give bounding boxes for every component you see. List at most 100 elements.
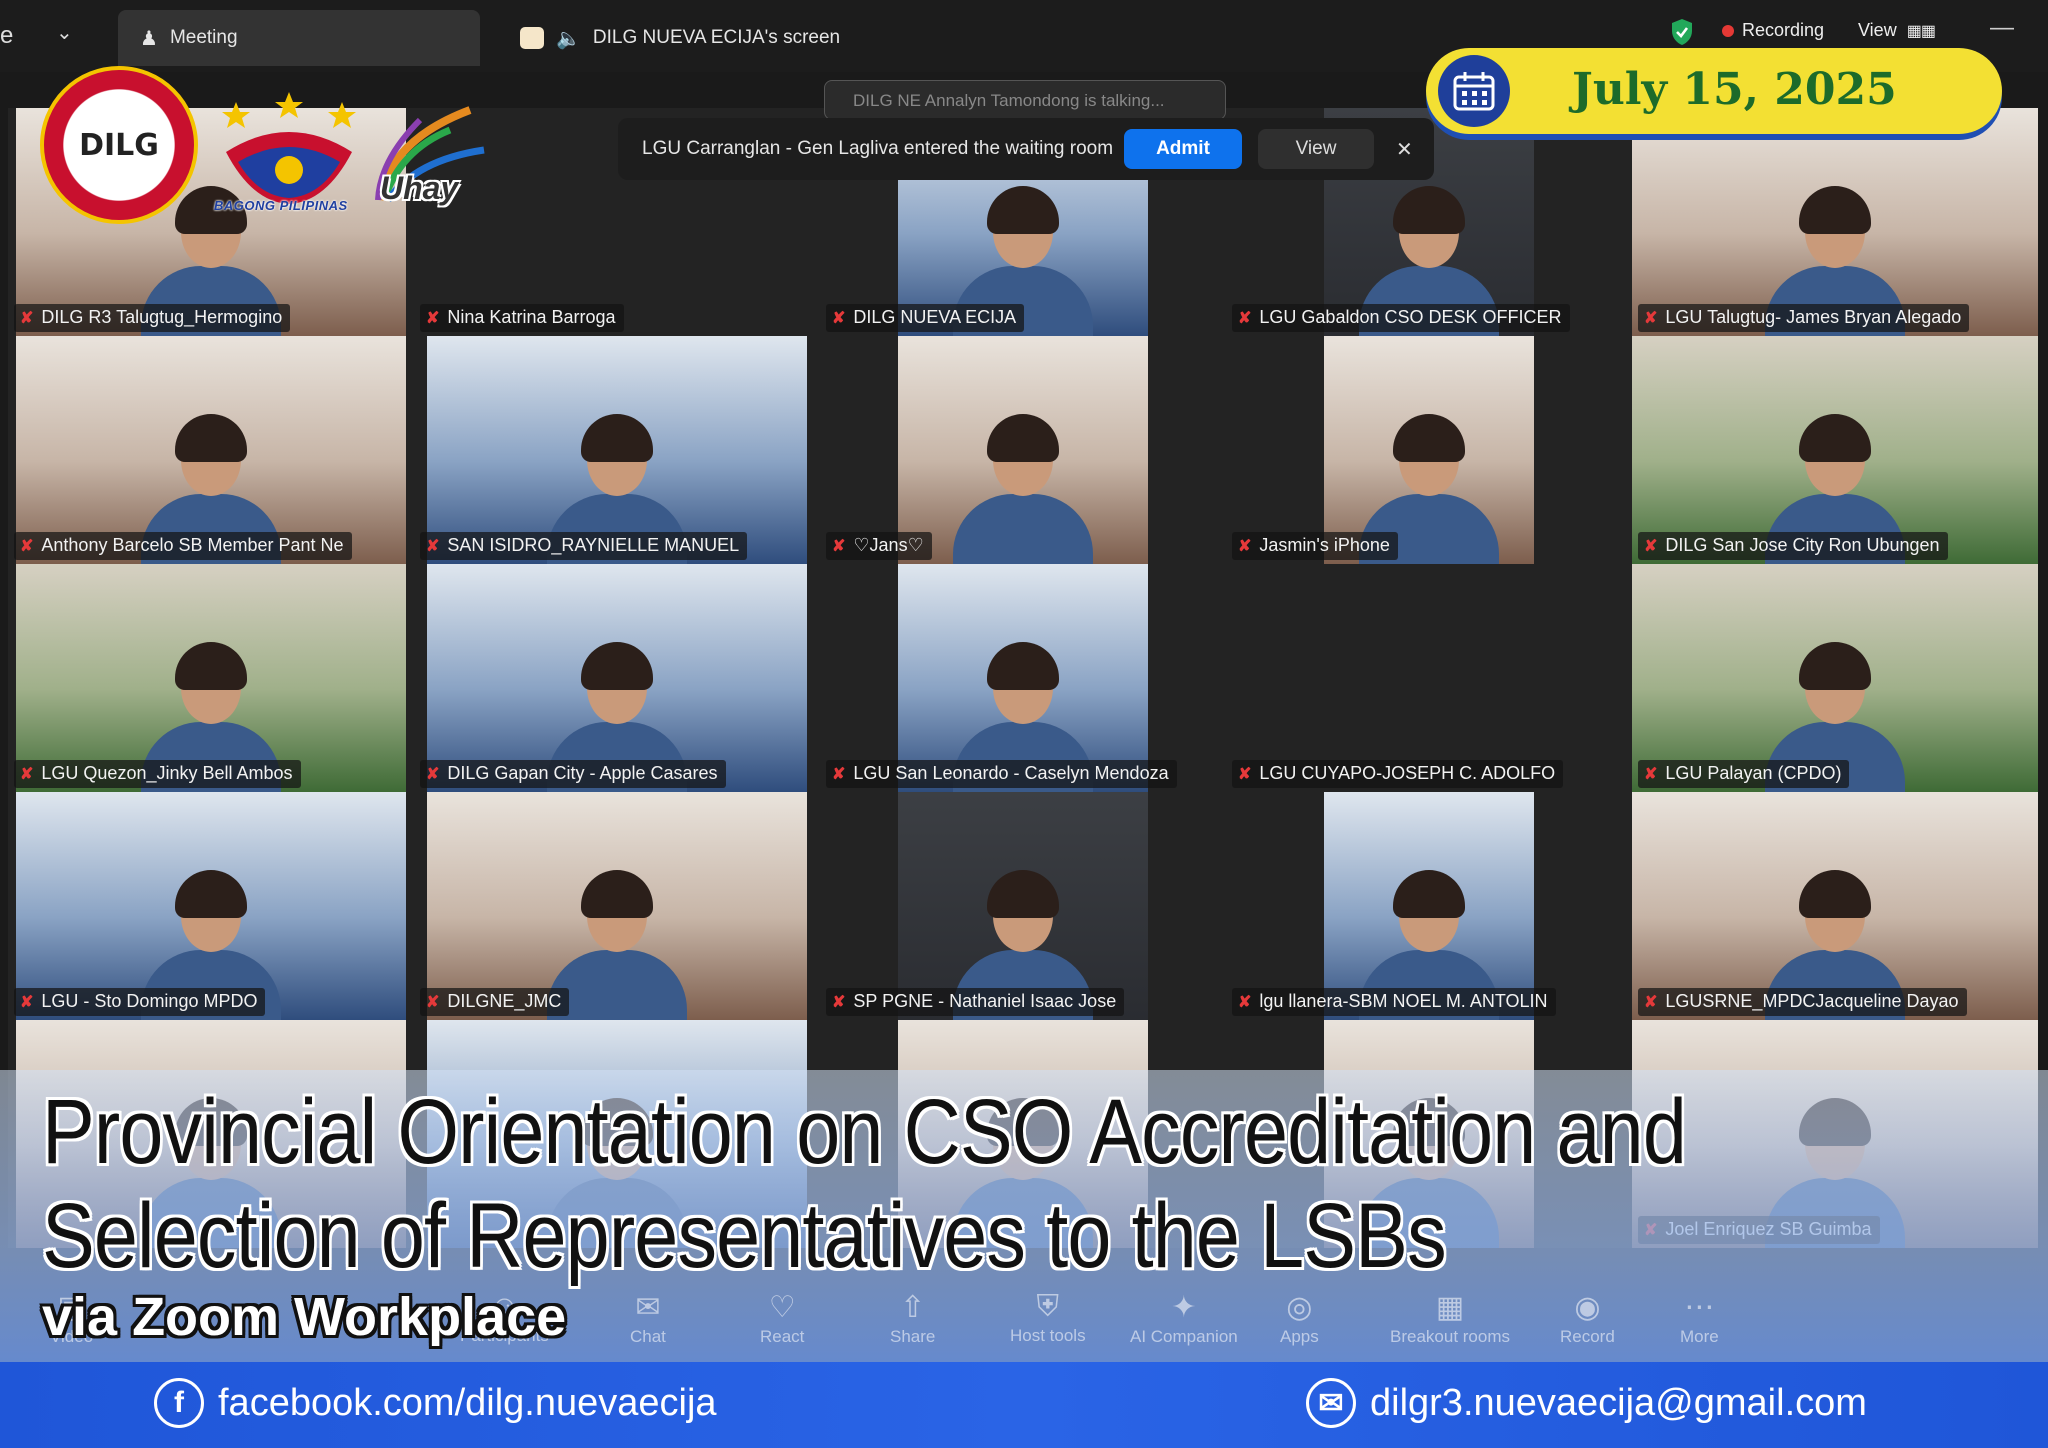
toolbar-label: Apps <box>1280 1327 1319 1346</box>
email-address: dilgr3.nuevaecija@gmail.com <box>1370 1381 1867 1424</box>
toolbar-breakout-rooms-button[interactable]: ▦ Breakout rooms <box>1390 1290 1510 1347</box>
participant-name: DILG NUEVA ECIJA <box>853 307 1017 327</box>
toolbar-react-button[interactable]: ♡ React <box>760 1290 804 1347</box>
dilg-seal-text: DILG <box>79 127 159 163</box>
toolbar-label: Breakout rooms <box>1390 1327 1510 1346</box>
participants-icon: ♟ <box>140 27 158 50</box>
facebook-link[interactable]: f facebook.com/dilg.nuevaecija <box>154 1378 717 1428</box>
window-edge-glyph: e <box>0 22 14 49</box>
admit-button[interactable]: Admit <box>1124 129 1242 169</box>
facebook-icon: f <box>154 1378 204 1428</box>
speaker-icon: 🔈 <box>556 27 581 50</box>
host-tools-icon: ⛨ <box>1036 1290 1060 1323</box>
more-icon: ⋯ <box>1684 1291 1715 1324</box>
uhay-logo-text: Uhay <box>380 170 459 206</box>
participant-nameplate: ✘ SP PGNE - Nathaniel Isaac Jose <box>826 988 1125 1016</box>
participant-tile[interactable]: ✘ LGU - Sto Domingo MPDO <box>8 792 414 1020</box>
participant-nameplate: ✘ Jasmin's iPhone <box>1232 532 1398 560</box>
participant-video <box>1324 792 1534 1020</box>
participant-video <box>1632 336 2038 564</box>
mic-off-icon: ✘ <box>832 993 846 1011</box>
active-speaker-toast: DILG NE Annalyn Tamondong is talking... <box>824 80 1226 120</box>
participant-nameplate: ✘ LGU San Leonardo - Caselyn Mendoza <box>826 760 1177 788</box>
participant-nameplate: ✘ LGU Quezon_Jinky Bell Ambos <box>14 760 301 788</box>
participant-nameplate: ✘ ♡Jans♡ <box>826 532 932 560</box>
toolbar-share-button[interactable]: ⇧ Share <box>890 1290 935 1347</box>
app-badge-icon <box>520 27 544 49</box>
participant-tile[interactable]: ✘ LGUSRNE_MPDCJacqueline Dayao <box>1632 792 2038 1020</box>
toolbar-chat-button[interactable]: ✉ Chat <box>630 1290 666 1347</box>
toolbar-ai-companion-button[interactable]: ✦ AI Companion <box>1130 1290 1238 1347</box>
waiting-room-message: LGU Carranglan - Gen Lagliva entered the… <box>642 138 1114 159</box>
mic-off-icon: ✘ <box>1644 765 1658 783</box>
participant-video <box>16 564 406 792</box>
mic-off-icon: ✘ <box>20 537 34 555</box>
participant-name: LGU Palayan (CPDO) <box>1665 763 1842 783</box>
toolbar-label: AI Companion <box>1130 1327 1238 1346</box>
toolbar-more-button[interactable]: ⋯ More <box>1680 1290 1719 1347</box>
toolbar-host-tools-button[interactable]: ⛨ Host tools <box>1010 1290 1086 1346</box>
waiting-room-notification: LGU Carranglan - Gen Lagliva entered the… <box>618 118 1434 180</box>
toolbar-apps-button[interactable]: ◎ Apps <box>1280 1290 1319 1347</box>
mic-off-icon: ✘ <box>1644 993 1658 1011</box>
grid-icon: ▦▦ <box>1906 22 1936 40</box>
chevron-down-icon[interactable]: ⌄ <box>56 20 73 45</box>
participant-tile[interactable]: ✘ LGU CUYAPO-JOSEPH C. ADOLFO <box>1226 564 1632 792</box>
mic-off-icon: ✘ <box>1644 537 1658 555</box>
participant-nameplate: ✘ LGU Talugtug- James Bryan Alegado <box>1638 304 1970 332</box>
participant-tile[interactable]: ✘ LGU San Leonardo - Caselyn Mendoza <box>820 564 1226 792</box>
participant-nameplate: ✘ DILGNE_JMC <box>420 988 570 1016</box>
record-icon: ◉ <box>1574 1291 1601 1324</box>
participant-tile[interactable]: ✘ Anthony Barcelo SB Member Pant Ne <box>8 336 414 564</box>
participant-nameplate: ✘ DILG NUEVA ECIJA <box>826 304 1025 332</box>
participant-name: ♡Jans♡ <box>853 535 924 555</box>
participant-name: Anthony Barcelo SB Member Pant Ne <box>41 535 344 555</box>
participant-tile[interactable]: ✘ DILG San Jose City Ron Ubungen <box>1632 336 2038 564</box>
participant-tile[interactable]: ✘ LGU Quezon_Jinky Bell Ambos <box>8 564 414 792</box>
participant-tile[interactable]: ✘ SAN ISIDRO_RAYNIELLE MANUEL <box>414 336 820 564</box>
participant-tile[interactable]: ✘ ♡Jans♡ <box>820 336 1226 564</box>
mail-icon: ✉ <box>1306 1378 1356 1428</box>
participant-tile[interactable]: ✘ LGU Talugtug- James Bryan Alegado <box>1632 108 2038 336</box>
participant-tile[interactable]: ✘ DILGNE_JMC <box>414 792 820 1020</box>
recording-dot-icon <box>1722 24 1734 37</box>
minimize-icon[interactable]: — <box>1990 14 2014 42</box>
mic-off-icon: ✘ <box>1238 765 1252 783</box>
contact-footer: f facebook.com/dilg.nuevaecija ✉ dilgr3.… <box>0 1362 2048 1448</box>
participant-name: LGU Gabaldon CSO DESK OFFICER <box>1259 307 1562 327</box>
tab-meeting-label: Meeting <box>169 27 238 48</box>
participant-video <box>427 336 807 564</box>
tab-meeting[interactable]: ♟ Meeting <box>118 10 480 66</box>
toolbar-record-button[interactable]: ◉ Record <box>1560 1290 1615 1347</box>
participant-tile[interactable]: ✘ LGU Palayan (CPDO) <box>1632 564 2038 792</box>
headline-line-2: Selection of Representatives to the LSBs <box>42 1185 1447 1287</box>
shield-icon[interactable] <box>1670 18 1694 46</box>
view-waiting-room-button[interactable]: View <box>1258 129 1374 169</box>
tab-shared-screen-label: DILG NUEVA ECIJA's screen <box>592 27 841 48</box>
tab-shared-screen[interactable]: 🔈 DILG NUEVA ECIJA's screen <box>520 10 840 66</box>
participant-tile[interactable]: ✘ DILG Gapan City - Apple Casares <box>414 564 820 792</box>
date-banner: July 15, 2025 <box>1426 48 2002 134</box>
mic-off-icon: ✘ <box>20 993 34 1011</box>
mic-off-icon: ✘ <box>1644 309 1658 327</box>
email-link[interactable]: ✉ dilgr3.nuevaecija@gmail.com <box>1306 1378 1867 1428</box>
participant-tile[interactable]: ✘ lgu llanera-SBM NOEL M. ANTOLIN <box>1226 792 1632 1020</box>
mic-off-icon: ✘ <box>1238 309 1252 327</box>
participant-name: LGU Talugtug- James Bryan Alegado <box>1665 307 1962 327</box>
participant-video <box>1324 336 1534 564</box>
participant-name: SAN ISIDRO_RAYNIELLE MANUEL <box>447 535 740 555</box>
close-icon[interactable]: ✕ <box>1396 137 1413 162</box>
participant-tile[interactable]: ✘ SP PGNE - Nathaniel Isaac Jose <box>820 792 1226 1020</box>
participant-name: LGU - Sto Domingo MPDO <box>41 991 258 1011</box>
participant-nameplate: ✘ LGUSRNE_MPDCJacqueline Dayao <box>1638 988 1967 1016</box>
participant-name: LGU Quezon_Jinky Bell Ambos <box>41 763 293 783</box>
participant-video <box>427 564 807 792</box>
mic-off-icon: ✘ <box>1238 537 1252 555</box>
participant-name: DILG Gapan City - Apple Casares <box>447 763 718 783</box>
recording-indicator[interactable]: Recording <box>1722 20 1824 41</box>
participant-tile[interactable]: ✘ Jasmin's iPhone <box>1226 336 1632 564</box>
toolbar-label: Chat <box>630 1327 666 1346</box>
recording-label: Recording <box>1742 20 1825 40</box>
view-layout-button[interactable]: View ▦▦ <box>1858 20 1936 41</box>
participant-nameplate: ✘ DILG R3 Talugtug_Hermogino <box>14 304 291 332</box>
